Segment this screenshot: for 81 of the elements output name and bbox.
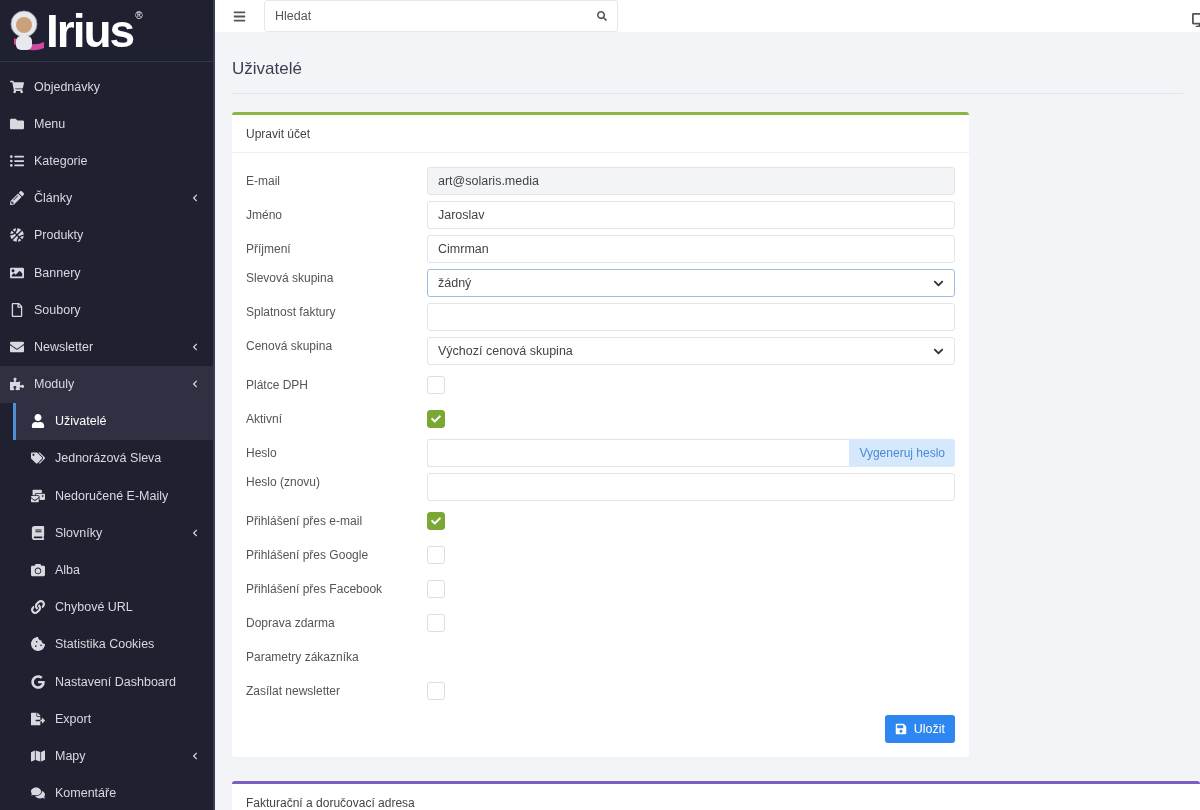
sidebar-item[interactable]: Nedoručené E-Maily bbox=[0, 477, 213, 515]
sidebar-item[interactable]: Komentáře bbox=[0, 774, 213, 810]
field-label: Přihlášení přes Google bbox=[246, 548, 370, 562]
input-field[interactable] bbox=[427, 303, 955, 331]
select-field[interactable]: Výchozí cenová skupina bbox=[427, 337, 955, 365]
chat-icon bbox=[31, 786, 45, 801]
sidebar-item[interactable]: Moduly bbox=[0, 365, 213, 403]
sidebar-item[interactable]: Nastavení Dashboard bbox=[0, 663, 213, 701]
registered-mark: ® bbox=[135, 10, 143, 21]
input-field[interactable]: Cimrman bbox=[427, 235, 955, 263]
search-icon bbox=[597, 11, 607, 21]
chevron-left-icon bbox=[191, 380, 199, 389]
field-label: Přihlášení přes e-mail bbox=[246, 514, 364, 528]
cookie-icon bbox=[31, 637, 45, 652]
sidebar-item[interactable]: Chybové URL bbox=[0, 588, 213, 626]
field-label: Aktivní bbox=[246, 412, 283, 426]
select-field[interactable]: žádný bbox=[427, 269, 955, 297]
tag-icon bbox=[31, 451, 45, 466]
sidebar-item[interactable]: Články bbox=[0, 179, 213, 217]
logo-text: Irius bbox=[46, 7, 134, 54]
chevron-left-icon bbox=[191, 342, 199, 351]
field-label: Doprava zdarma bbox=[246, 616, 336, 630]
sidebar-item[interactable]: Soubory bbox=[0, 291, 213, 329]
map-icon bbox=[31, 748, 45, 763]
pencil-icon bbox=[10, 191, 24, 206]
puzzle-icon bbox=[10, 377, 24, 392]
chevron-left-icon bbox=[191, 528, 199, 537]
link-icon bbox=[31, 600, 45, 615]
file-icon bbox=[10, 302, 24, 317]
sidebar-item[interactable]: Slovníky bbox=[0, 514, 213, 552]
field-label: Plátce DPH bbox=[246, 378, 310, 392]
image-icon bbox=[10, 265, 24, 280]
checkbox[interactable] bbox=[427, 512, 445, 530]
chevron-left-icon bbox=[191, 751, 199, 760]
sidebar-item[interactable]: Produkty bbox=[0, 216, 213, 254]
sidebar-item[interactable]: Alba bbox=[0, 551, 213, 589]
field-label: Slevová skupina bbox=[246, 270, 335, 285]
field-label: Přihlášení přes Facebook bbox=[246, 582, 384, 596]
chevron-left-icon bbox=[191, 194, 199, 203]
sidebar-item[interactable]: Bannery bbox=[0, 253, 213, 292]
field-label: Jméno bbox=[246, 208, 284, 222]
letter-g-icon bbox=[31, 674, 45, 689]
field-label: Splatnost faktury bbox=[246, 304, 337, 319]
folder-icon bbox=[10, 116, 24, 131]
sidebar-item[interactable]: Uživatelé bbox=[13, 402, 213, 440]
user-icon bbox=[31, 414, 45, 429]
sidebar-item[interactable]: Jednorázová Sleva bbox=[0, 439, 213, 478]
check-icon bbox=[431, 414, 441, 424]
card-header: Upravit účet bbox=[232, 115, 969, 153]
books-icon bbox=[31, 525, 45, 540]
field-label: Zasílat newsletter bbox=[246, 684, 342, 698]
field-label: Cenová skupina bbox=[246, 338, 334, 353]
sidebar-item[interactable]: Kategorie bbox=[0, 142, 213, 180]
field-label: Parametry zákazníka bbox=[246, 650, 360, 664]
document-icon bbox=[31, 711, 45, 726]
checkbox[interactable] bbox=[427, 410, 445, 428]
password-field[interactable] bbox=[427, 439, 850, 467]
input-field[interactable]: Jaroslav bbox=[427, 201, 955, 229]
card-header: Fakturační a doručovací adresa bbox=[232, 784, 1200, 810]
cart-icon bbox=[10, 79, 24, 94]
sidebar-item[interactable]: Menu bbox=[0, 105, 213, 143]
search-field[interactable]: Hledat bbox=[264, 0, 618, 32]
list-icon bbox=[10, 153, 24, 168]
field-label: Příjmení bbox=[246, 242, 292, 256]
input-field[interactable] bbox=[427, 473, 955, 501]
sidebar-item[interactable]: Mapy bbox=[0, 737, 213, 775]
camera-icon bbox=[31, 563, 45, 578]
mail-icon bbox=[31, 488, 45, 503]
sidebar-item[interactable]: Objednávky bbox=[0, 68, 213, 106]
field-label: Heslo bbox=[246, 446, 278, 460]
menu-icon[interactable] bbox=[233, 9, 246, 23]
field-label: Heslo (znovu) bbox=[246, 474, 322, 489]
field-label: E-mail bbox=[246, 174, 281, 188]
sidebar-item[interactable]: Newsletter bbox=[0, 328, 213, 366]
check-icon bbox=[431, 516, 441, 526]
page-title: Uživatelé bbox=[232, 32, 1183, 94]
sidebar-item[interactable]: Export bbox=[0, 700, 213, 738]
save-button[interactable]: Uložit bbox=[884, 715, 955, 743]
sidebar-item[interactable]: Statistika Cookies bbox=[0, 625, 213, 663]
save-icon bbox=[894, 723, 907, 735]
envelope-icon bbox=[10, 339, 24, 354]
